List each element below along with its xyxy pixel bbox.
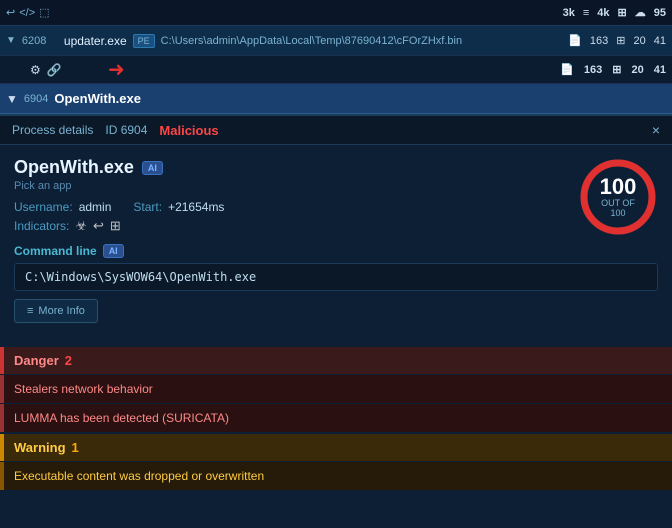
- count-163b: 163: [584, 64, 602, 76]
- count-20b: 20: [632, 64, 644, 76]
- count-163: 163: [590, 35, 608, 47]
- process-name-openwith: OpenWith.exe: [54, 91, 141, 106]
- row-stats-1: 📄 163 ⊞ 20 41: [568, 34, 666, 47]
- top-bar: ↩ </> ⬚ 3k ≡ 4k ⊞ ☁ 95: [0, 0, 672, 26]
- top-bar-icons: ↩ </> ⬚: [6, 6, 50, 19]
- file-icon-2: 📄: [560, 63, 574, 76]
- content-area: 100 OUT OF 100 OpenWith.exe AI Pick an a…: [0, 145, 672, 347]
- file-icon-1: 📄: [568, 34, 582, 47]
- collapse-arrow-2[interactable]: ▼: [6, 92, 18, 106]
- pid-6208: 6208: [22, 35, 58, 47]
- stat-count1: 3k: [563, 7, 575, 19]
- link-indicator-icon: ↩: [93, 218, 104, 234]
- filepath-updater: C:\Users\admin\AppData\Local\Temp\876904…: [161, 35, 563, 47]
- code-icon[interactable]: </>: [19, 7, 35, 19]
- process-title: OpenWith.exe AI: [14, 157, 658, 178]
- pid-6904: 6904: [24, 93, 48, 105]
- grid-icon-2: ⊞: [612, 63, 621, 76]
- process-id-label: ID 6904: [105, 123, 147, 137]
- score-number: 100: [598, 176, 638, 198]
- danger-count: 2: [65, 353, 72, 368]
- count-41b: 41: [654, 64, 666, 76]
- ai-badge-title: AI: [142, 161, 163, 175]
- tab-process-details[interactable]: Process details: [12, 123, 93, 137]
- grid-icon[interactable]: ⬚: [39, 6, 49, 19]
- malicious-badge: Malicious: [159, 123, 218, 138]
- indicators-row: Indicators: ☣ ↩ ⊞: [14, 218, 658, 234]
- username-value: admin: [79, 200, 112, 214]
- menu-icon: ≡: [27, 305, 33, 317]
- more-info-label: More Info: [38, 305, 84, 317]
- icons-row: ⚙ 🔗 📄 163 ⊞ 20 41: [0, 56, 672, 84]
- process-name-updater: updater.exe: [64, 34, 127, 48]
- network-icon-1: ⊞: [616, 34, 625, 47]
- command-line-title: Command line: [14, 244, 97, 258]
- details-header: Process details ID 6904 Malicious ×: [0, 116, 672, 145]
- username-row: Username: admin Start: +21654ms: [14, 200, 658, 214]
- biohazard-icon: ☣: [75, 218, 87, 234]
- danger-item-1: Stealers network behavior: [0, 375, 672, 403]
- indicators-label: Indicators:: [14, 219, 69, 233]
- stat-icon3: ☁: [635, 6, 646, 19]
- warning-header: Warning 1: [0, 434, 672, 461]
- close-button[interactable]: ×: [652, 122, 660, 138]
- warning-count: 1: [72, 440, 79, 455]
- more-info-button[interactable]: ≡ More Info: [14, 299, 98, 323]
- process-subtitle: Pick an app: [14, 180, 658, 192]
- stat-count3: 95: [654, 7, 666, 19]
- ai-badge-cmdline: AI: [103, 244, 124, 258]
- warning-section: Warning 1 Executable content was dropped…: [0, 434, 672, 490]
- icons-row-stats: 📄 163 ⊞ 20 41: [560, 63, 666, 76]
- grid-indicator-icon: ⊞: [110, 218, 121, 234]
- danger-header: Danger 2: [0, 347, 672, 374]
- start-value: +21654ms: [168, 200, 224, 214]
- danger-item-2: LUMMA has been detected (SURICATA): [0, 404, 672, 432]
- process-row-updater[interactable]: ▼ 6208 updater.exe PE C:\Users\admin\App…: [0, 26, 672, 56]
- stat-icon1: ≡: [583, 7, 589, 19]
- danger-label: Danger: [14, 353, 59, 368]
- details-panel: Process details ID 6904 Malicious × 100 …: [0, 114, 672, 490]
- score-out-of: OUT OF 100: [598, 198, 638, 218]
- settings-icon[interactable]: ⚙: [30, 63, 41, 77]
- back-icon[interactable]: ↩: [6, 6, 15, 19]
- warning-label: Warning: [14, 440, 66, 455]
- stat-icon2: ⊞: [618, 6, 627, 19]
- process-display-name: OpenWith.exe: [14, 157, 134, 178]
- collapse-arrow[interactable]: ▼: [6, 35, 16, 46]
- count-41: 41: [654, 35, 666, 47]
- pe-badge: PE: [133, 34, 155, 48]
- command-line-box: C:\Windows\SysWOW64\OpenWith.exe: [14, 263, 658, 291]
- username-label: Username:: [14, 200, 73, 214]
- count-20: 20: [634, 35, 646, 47]
- process-row-openwith[interactable]: ▼ 6904 OpenWith.exe: [0, 84, 672, 114]
- link-icon[interactable]: 🔗: [47, 63, 62, 77]
- danger-section: Danger 2 Stealers network behavior LUMMA…: [0, 347, 672, 432]
- score-circle: 100 OUT OF 100: [578, 157, 658, 237]
- top-bar-stats: 3k ≡ 4k ⊞ ☁ 95: [563, 6, 666, 19]
- red-arrow-annotation: ➜: [108, 57, 125, 82]
- warning-item-1: Executable content was dropped or overwr…: [0, 462, 672, 490]
- stat-count2: 4k: [597, 7, 609, 19]
- command-line-header: Command line AI: [14, 244, 658, 258]
- score-text: 100 OUT OF 100: [598, 176, 638, 218]
- start-label: Start:: [133, 200, 162, 214]
